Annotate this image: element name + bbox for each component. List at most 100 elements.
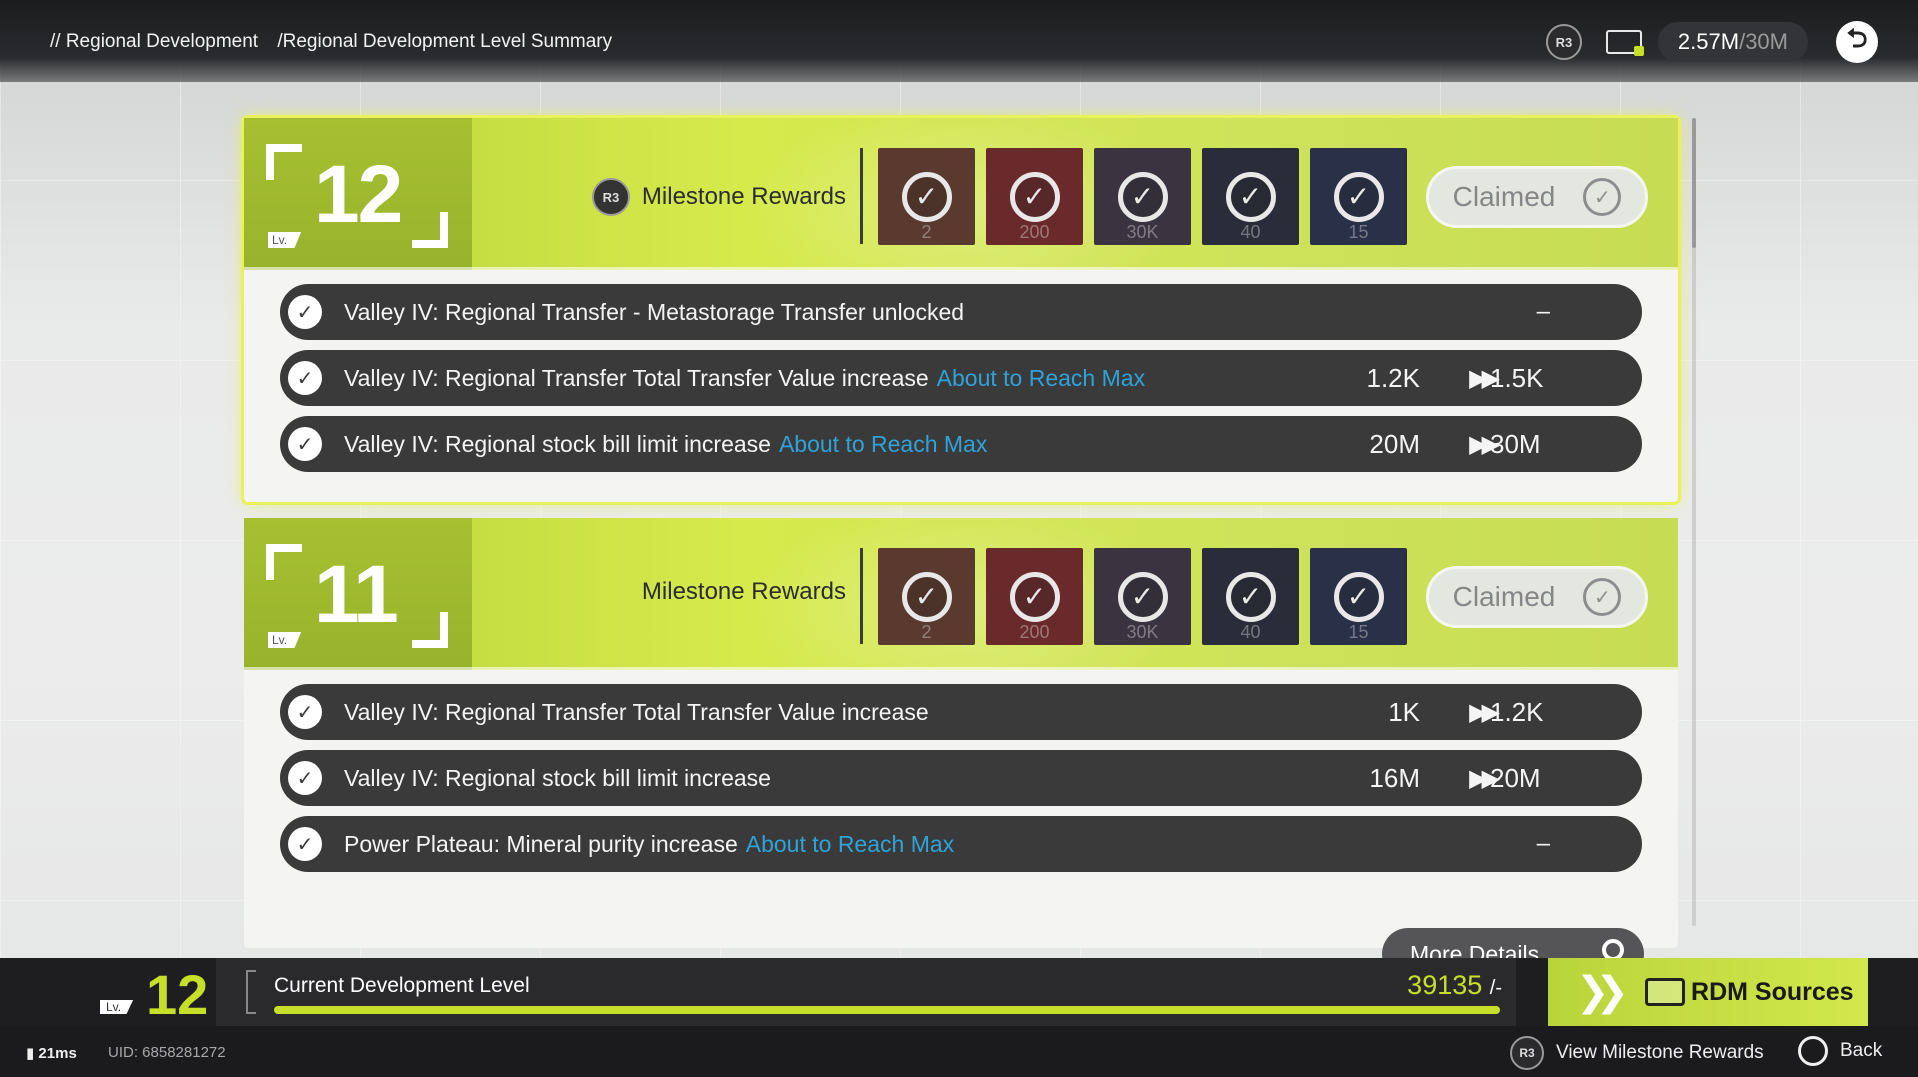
scrollbar[interactable] bbox=[1692, 118, 1696, 926]
scrollbar-thumb[interactable] bbox=[1692, 118, 1696, 248]
rdm-sources-label: RDM Sources bbox=[1691, 977, 1854, 1006]
effect-row: ✓ Valley IV: Regional Transfer - Metasto… bbox=[280, 284, 1642, 340]
reward-item[interactable]: ✓ 200 bbox=[986, 148, 1083, 245]
breadcrumb: // Regional Development /Regional Develo… bbox=[50, 31, 626, 53]
check-icon: ✓ bbox=[1117, 571, 1168, 622]
check-icon: ✓ bbox=[288, 827, 322, 861]
divider bbox=[860, 148, 863, 244]
reward-item[interactable]: ✓ 2 bbox=[878, 148, 975, 245]
stock-bill-icon bbox=[1605, 30, 1644, 56]
milestone-rewards-text: Milestone Rewards bbox=[641, 183, 846, 210]
lv-tag: Lv. bbox=[268, 632, 302, 648]
development-points-max: /- bbox=[1489, 977, 1502, 999]
bracket-decoration bbox=[246, 970, 256, 1014]
check-icon: ✓ bbox=[1009, 571, 1060, 622]
view-milestone-rewards-hint[interactable]: R3 View Milestone Rewards bbox=[1510, 1036, 1764, 1070]
about-to-reach-max-tag: About to Reach Max bbox=[936, 364, 1146, 391]
reward-qty: 30K bbox=[1126, 622, 1159, 642]
reward-qty: 30K bbox=[1126, 222, 1159, 242]
effect-row: ✓ Valley IV: Regional Transfer Total Tra… bbox=[280, 684, 1642, 740]
effect-from-value: 20M bbox=[1369, 428, 1420, 459]
effect-to-value: 30M bbox=[1490, 428, 1541, 459]
effect-to-value: 1.2K bbox=[1490, 696, 1544, 727]
effect-no-value: – bbox=[1536, 298, 1550, 325]
check-icon: ✓ bbox=[1117, 171, 1168, 222]
effect-text: Valley IV: Regional stock bill limit inc… bbox=[344, 764, 771, 791]
reward-item[interactable]: ✓ 30K bbox=[1094, 148, 1191, 245]
effect-to-value: 20M bbox=[1490, 762, 1541, 793]
view-milestone-rewards-label: View Milestone Rewards bbox=[1556, 1042, 1764, 1063]
reward-item[interactable]: ✓ 15 bbox=[1310, 148, 1407, 245]
reward-item[interactable]: ✓ 40 bbox=[1202, 148, 1299, 245]
rdm-sources-button[interactable]: ❯❯ RDM Sources bbox=[1548, 958, 1868, 1026]
effect-from-value: 16M bbox=[1369, 762, 1420, 793]
breadcrumb-item-regional-development[interactable]: // Regional Development bbox=[50, 31, 258, 52]
development-points: 39135 /- bbox=[1407, 970, 1502, 1001]
reward-qty: 15 bbox=[1348, 222, 1369, 242]
bracket-decoration bbox=[412, 612, 448, 648]
effect-from-value: 1.2K bbox=[1366, 362, 1421, 393]
level-card-12[interactable]: 12 Lv. R3 Milestone Rewards ✓ 2 ✓ 200 ✓ 30K… bbox=[241, 115, 1681, 505]
reward-item[interactable]: ✓ 40 bbox=[1202, 548, 1299, 645]
r3-button-icon[interactable]: R3 bbox=[1545, 24, 1582, 60]
check-icon: ✓ bbox=[1225, 171, 1276, 222]
effect-text: Valley IV: Regional Transfer Total Trans… bbox=[344, 364, 929, 391]
milestone-rewards-label: R3 Milestone Rewards bbox=[591, 178, 846, 216]
milestone-rewards-text: Milestone Rewards bbox=[641, 578, 846, 605]
check-icon: ✓ bbox=[288, 361, 322, 395]
development-level-bar: Lv. 12 Current Development Level 39135 /… bbox=[0, 958, 1918, 1026]
reward-list: ✓ 2 ✓ 200 ✓ 30K ✓ 40 ✓ 15 bbox=[878, 548, 1407, 645]
level-number: 12 bbox=[314, 149, 403, 240]
level-card-11[interactable]: 11 Lv. Milestone Rewards ✓ 2 ✓ 200 ✓ 30K ✓ 4… bbox=[244, 518, 1678, 980]
breadcrumb-item-level-summary: /Regional Development Level Summary bbox=[277, 31, 613, 52]
level-card-header: 12 Lv. R3 Milestone Rewards ✓ 2 ✓ 200 ✓ 30K… bbox=[244, 118, 1678, 270]
r3-button-icon[interactable]: R3 bbox=[591, 178, 630, 216]
level-number: 11 bbox=[314, 549, 399, 640]
effect-list: ✓ Valley IV: Regional Transfer Total Tra… bbox=[244, 670, 1678, 872]
reward-item[interactable]: ✓ 30K bbox=[1094, 548, 1191, 645]
reward-qty: 15 bbox=[1348, 622, 1369, 642]
level-card-header: 11 Lv. Milestone Rewards ✓ 2 ✓ 200 ✓ 30K ✓ 4… bbox=[244, 518, 1678, 670]
reward-item[interactable]: ✓ 200 bbox=[986, 548, 1083, 645]
lv-tag: Lv. bbox=[100, 1000, 134, 1014]
check-icon: ✓ bbox=[1333, 171, 1384, 222]
stock-bill-current: 2.57M bbox=[1677, 29, 1740, 54]
check-icon: ✓ bbox=[288, 695, 322, 729]
current-level-number: 12 bbox=[146, 963, 209, 1026]
r3-button-icon: R3 bbox=[1510, 1036, 1544, 1070]
effect-row: ✓ Valley IV: Regional Transfer Total Tra… bbox=[280, 350, 1642, 406]
double-chevron-icon: ❯❯ bbox=[1576, 970, 1629, 1014]
development-progress-fill bbox=[274, 1006, 1500, 1014]
reward-item[interactable]: ✓ 15 bbox=[1310, 548, 1407, 645]
stock-bill-max: /30M bbox=[1739, 29, 1788, 54]
effect-to-value: 1.5K bbox=[1490, 362, 1544, 393]
footer: ▮ 21ms UID: 6858281272 R3 View Milestone… bbox=[0, 1026, 1918, 1077]
reward-list: ✓ 2 ✓ 200 ✓ 30K ✓ 40 ✓ 15 bbox=[878, 148, 1407, 245]
divider bbox=[860, 548, 863, 644]
bracket-decoration bbox=[412, 212, 448, 248]
check-icon: ✓ bbox=[901, 571, 952, 622]
bracket-decoration bbox=[266, 144, 302, 180]
back-hint[interactable]: Back bbox=[1798, 1036, 1882, 1066]
check-icon: ✓ bbox=[288, 761, 322, 795]
check-icon: ✓ bbox=[1333, 571, 1384, 622]
claimed-button[interactable]: Claimed ✓ bbox=[1426, 166, 1648, 228]
bracket-decoration bbox=[266, 544, 302, 580]
effect-row: ✓ Valley IV: Regional stock bill limit i… bbox=[280, 416, 1642, 472]
back-arrow-icon[interactable]: ⮌ bbox=[1836, 21, 1878, 63]
development-level-label: Current Development Level bbox=[274, 974, 530, 997]
effect-row: ✓ Power Plateau: Mineral purity increase… bbox=[280, 816, 1642, 872]
claimed-label: Claimed bbox=[1452, 581, 1556, 612]
ping-indicator: ▮ 21ms bbox=[26, 1045, 77, 1062]
about-to-reach-max-tag: About to Reach Max bbox=[745, 830, 955, 857]
claimed-button[interactable]: Claimed ✓ bbox=[1426, 566, 1648, 628]
stock-bill-counter: 2.57M/30M bbox=[1657, 22, 1808, 62]
check-icon: ✓ bbox=[288, 427, 322, 461]
reward-item[interactable]: ✓ 2 bbox=[878, 548, 975, 645]
claimed-label: Claimed bbox=[1452, 181, 1556, 212]
reward-qty: 40 bbox=[1240, 222, 1261, 242]
top-right-controls: R3 2.57M/30M ⮌ bbox=[1545, 20, 1878, 64]
development-points-value: 39135 bbox=[1407, 970, 1483, 1000]
reward-qty: 40 bbox=[1240, 622, 1261, 642]
check-circle-icon: ✓ bbox=[1583, 578, 1622, 616]
